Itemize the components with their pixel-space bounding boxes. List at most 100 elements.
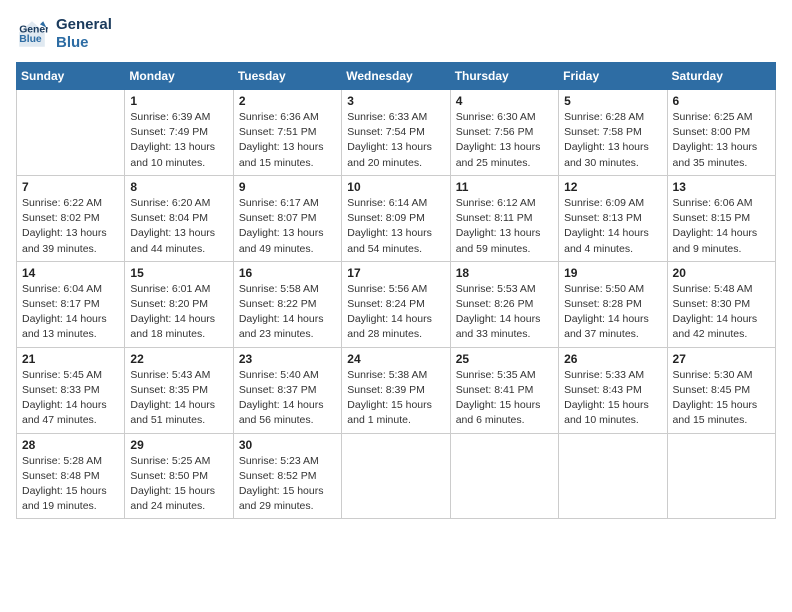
- day-info-line: Daylight: 13 hours: [347, 140, 444, 155]
- day-info: Sunrise: 5:25 AMSunset: 8:50 PMDaylight:…: [130, 454, 227, 515]
- calendar-cell: 30 Sunrise: 5:23 AMSunset: 8:52 PMDayligh…: [233, 433, 341, 519]
- day-number: 22: [130, 352, 227, 366]
- day-info-line: Sunset: 8:02 PM: [22, 211, 119, 226]
- calendar-cell: 10Sunrise: 6:14 AMSunset: 8:09 PMDayligh…: [342, 175, 450, 261]
- day-info-line: Sunrise: 6:36 AM: [239, 110, 336, 125]
- day-info-line: Daylight: 15 hours: [347, 398, 444, 413]
- day-info-line: Sunset: 8:52 PM: [239, 469, 336, 484]
- day-info-line: Sunset: 8:48 PM: [22, 469, 119, 484]
- day-info-line: Sunrise: 6:09 AM: [564, 196, 661, 211]
- day-info-line: and 49 minutes.: [239, 242, 336, 257]
- calendar-cell: 28Sunrise: 5:28 AMSunset: 8:48 PMDayligh…: [17, 433, 125, 519]
- calendar-cell: [17, 90, 125, 176]
- calendar-cell: 5Sunrise: 6:28 AMSunset: 7:58 PMDaylight…: [559, 90, 667, 176]
- day-info-line: and 28 minutes.: [347, 327, 444, 342]
- day-info-line: Sunset: 8:20 PM: [130, 297, 227, 312]
- day-number: 2: [239, 94, 336, 108]
- calendar-cell: 17Sunrise: 5:56 AMSunset: 8:24 PMDayligh…: [342, 261, 450, 347]
- day-info: Sunrise: 5:50 AMSunset: 8:28 PMDaylight:…: [564, 282, 661, 343]
- day-number: 13: [673, 180, 770, 194]
- weekday-header-friday: Friday: [559, 63, 667, 90]
- day-info-line: Sunset: 8:37 PM: [239, 383, 336, 398]
- calendar-cell: 2Sunrise: 6:36 AMSunset: 7:51 PMDaylight…: [233, 90, 341, 176]
- day-info: Sunrise: 5:48 AMSunset: 8:30 PMDaylight:…: [673, 282, 770, 343]
- calendar-week-row: 1Sunrise: 6:39 AMSunset: 7:49 PMDaylight…: [17, 90, 776, 176]
- day-info-line: Sunrise: 5:38 AM: [347, 368, 444, 383]
- day-info-line: Daylight: 14 hours: [347, 312, 444, 327]
- day-info: Sunrise: 6:01 AMSunset: 8:20 PMDaylight:…: [130, 282, 227, 343]
- day-number: 6: [673, 94, 770, 108]
- day-info-line: and 10 minutes.: [130, 156, 227, 171]
- logo-text-line1: General: [56, 16, 112, 34]
- calendar-cell: [667, 433, 775, 519]
- day-info-line: Sunrise: 6:01 AM: [130, 282, 227, 297]
- day-info-line: Daylight: 14 hours: [239, 398, 336, 413]
- calendar-cell: 7Sunrise: 6:22 AMSunset: 8:02 PMDaylight…: [17, 175, 125, 261]
- day-info: Sunrise: 5:56 AMSunset: 8:24 PMDaylight:…: [347, 282, 444, 343]
- day-info-line: and 20 minutes.: [347, 156, 444, 171]
- day-number: 27: [673, 352, 770, 366]
- day-info-line: Sunrise: 6:20 AM: [130, 196, 227, 211]
- day-info-line: and 13 minutes.: [22, 327, 119, 342]
- day-info-line: Daylight: 14 hours: [673, 312, 770, 327]
- day-info-line: and 30 minutes.: [564, 156, 661, 171]
- weekday-header-thursday: Thursday: [450, 63, 558, 90]
- day-info-line: Sunset: 8:04 PM: [130, 211, 227, 226]
- page-header: General Blue General Blue: [16, 16, 776, 52]
- weekday-header-saturday: Saturday: [667, 63, 775, 90]
- day-number: 15: [130, 266, 227, 280]
- calendar-week-row: 14Sunrise: 6:04 AMSunset: 8:17 PMDayligh…: [17, 261, 776, 347]
- day-info-line: Sunrise: 6:30 AM: [456, 110, 553, 125]
- calendar-cell: 15 Sunrise: 6:01 AMSunset: 8:20 PMDayligh…: [125, 261, 233, 347]
- day-info: Sunrise: 6:25 AMSunset: 8:00 PMDaylight:…: [673, 110, 770, 171]
- calendar-header-row: SundayMondayTuesdayWednesdayThursdayFrid…: [17, 63, 776, 90]
- calendar-cell: 24Sunrise: 5:38 AMSunset: 8:39 PMDayligh…: [342, 347, 450, 433]
- day-info-line: and 25 minutes.: [456, 156, 553, 171]
- calendar-cell: [559, 433, 667, 519]
- day-info: Sunrise: 6:14 AMSunset: 8:09 PMDaylight:…: [347, 196, 444, 257]
- day-info: Sunrise: 5:23 AMSunset: 8:52 PMDaylight:…: [239, 454, 336, 515]
- day-info: Sunrise: 5:35 AMSunset: 8:41 PMDaylight:…: [456, 368, 553, 429]
- day-info-line: Daylight: 14 hours: [239, 312, 336, 327]
- day-info-line: Sunset: 8:07 PM: [239, 211, 336, 226]
- day-info-line: and 44 minutes.: [130, 242, 227, 257]
- day-info-line: Sunrise: 6:17 AM: [239, 196, 336, 211]
- logo-text-line2: Blue: [56, 34, 112, 52]
- day-info-line: Sunset: 8:00 PM: [673, 125, 770, 140]
- calendar-week-row: 7Sunrise: 6:22 AMSunset: 8:02 PMDaylight…: [17, 175, 776, 261]
- day-number: 14: [22, 266, 119, 280]
- logo-icon: General Blue: [16, 18, 48, 50]
- calendar-cell: 19Sunrise: 5:50 AMSunset: 8:28 PMDayligh…: [559, 261, 667, 347]
- day-info-line: Daylight: 13 hours: [22, 226, 119, 241]
- day-info-line: Sunrise: 5:58 AM: [239, 282, 336, 297]
- day-info-line: Sunrise: 6:14 AM: [347, 196, 444, 211]
- day-info-line: Sunset: 8:26 PM: [456, 297, 553, 312]
- day-info-line: Daylight: 14 hours: [673, 226, 770, 241]
- day-number: 30: [239, 438, 336, 452]
- day-number: 23: [239, 352, 336, 366]
- day-info-line: Daylight: 14 hours: [130, 398, 227, 413]
- day-info-line: and 10 minutes.: [564, 413, 661, 428]
- day-number: 5: [564, 94, 661, 108]
- day-info: Sunrise: 5:40 AMSunset: 8:37 PMDaylight:…: [239, 368, 336, 429]
- calendar-cell: 20Sunrise: 5:48 AMSunset: 8:30 PMDayligh…: [667, 261, 775, 347]
- day-info: Sunrise: 6:06 AMSunset: 8:15 PMDaylight:…: [673, 196, 770, 257]
- calendar-cell: 26Sunrise: 5:33 AMSunset: 8:43 PMDayligh…: [559, 347, 667, 433]
- day-info-line: Daylight: 13 hours: [564, 140, 661, 155]
- day-number: 7: [22, 180, 119, 194]
- calendar-cell: 11Sunrise: 6:12 AMSunset: 8:11 PMDayligh…: [450, 175, 558, 261]
- day-info-line: and 51 minutes.: [130, 413, 227, 428]
- day-info-line: Sunrise: 6:28 AM: [564, 110, 661, 125]
- day-info-line: and 42 minutes.: [673, 327, 770, 342]
- day-info: Sunrise: 5:28 AMSunset: 8:48 PMDaylight:…: [22, 454, 119, 515]
- day-info-line: Sunset: 8:22 PM: [239, 297, 336, 312]
- calendar-cell: 14Sunrise: 6:04 AMSunset: 8:17 PMDayligh…: [17, 261, 125, 347]
- calendar-cell: 25Sunrise: 5:35 AMSunset: 8:41 PMDayligh…: [450, 347, 558, 433]
- calendar-cell: 21Sunrise: 5:45 AMSunset: 8:33 PMDayligh…: [17, 347, 125, 433]
- calendar-cell: 23 Sunrise: 5:40 AMSunset: 8:37 PMDayligh…: [233, 347, 341, 433]
- day-info-line: Sunset: 8:28 PM: [564, 297, 661, 312]
- day-info-line: and 9 minutes.: [673, 242, 770, 257]
- day-info-line: Sunrise: 5:50 AM: [564, 282, 661, 297]
- day-info-line: Sunrise: 5:28 AM: [22, 454, 119, 469]
- day-info-line: Sunset: 7:56 PM: [456, 125, 553, 140]
